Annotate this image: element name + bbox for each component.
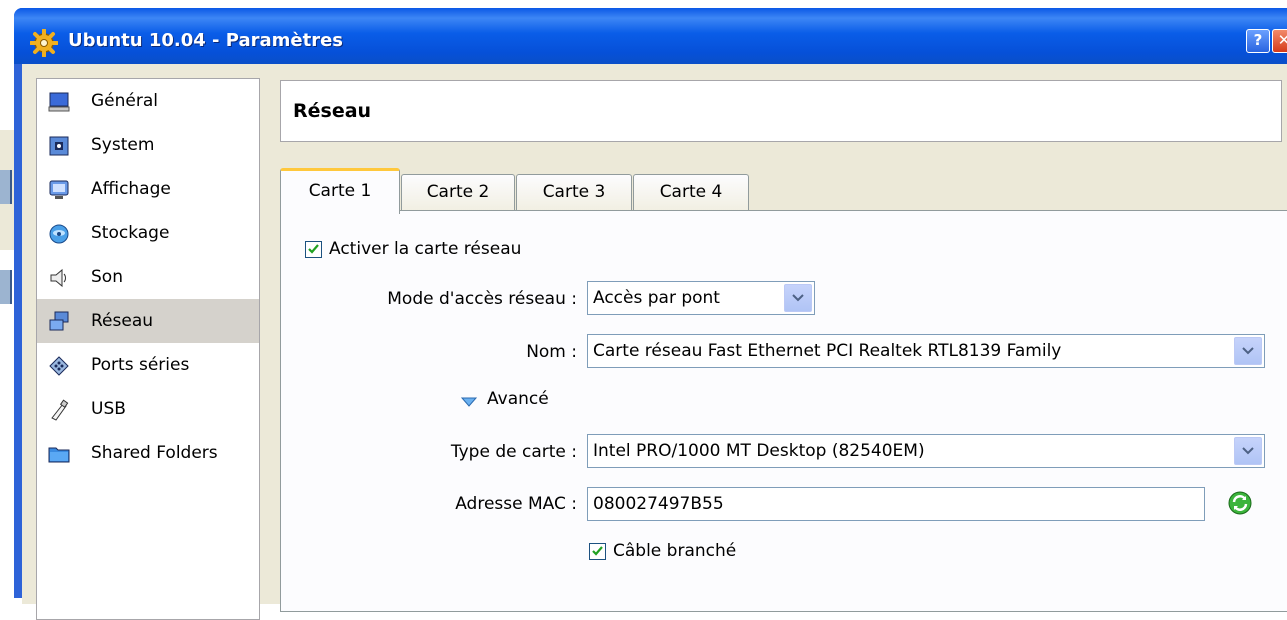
dialog-body: Général System Affichage Stockage Son Ré… <box>22 64 1287 620</box>
enable-adapter-label: Activer la carte réseau <box>329 239 522 259</box>
dropdown-arrow-icon[interactable] <box>784 284 812 312</box>
title-bar[interactable]: Ubuntu 10.04 - Paramètres ? ✕ <box>14 8 1287 64</box>
usb-icon <box>51 399 69 421</box>
nav-item-system[interactable]: System <box>37 123 259 167</box>
mac-address-value: 080027497B55 <box>593 494 724 514</box>
cable-connected-label: Câble branché <box>613 541 737 561</box>
nav-item-label: Shared Folders <box>91 443 218 463</box>
nav-item-general[interactable]: Général <box>37 79 259 123</box>
nav-item-label: Général <box>91 91 158 111</box>
nav-item-label: Ports séries <box>91 355 190 375</box>
access-mode-select[interactable]: Accès par pont <box>587 281 815 315</box>
advanced-toggle[interactable]: Avancé <box>487 389 549 409</box>
settings-nav: Général System Affichage Stockage Son Ré… <box>36 78 260 620</box>
tab-carte-2[interactable]: Carte 2 <box>401 174 515 211</box>
serial-port-icon <box>49 356 69 376</box>
adapter-name-value: Carte réseau Fast Ethernet PCI Realtek R… <box>593 341 1062 361</box>
mac-address-field[interactable]: 080027497B55 <box>587 487 1205 521</box>
speaker-icon <box>50 268 66 288</box>
nav-item-label: System <box>91 135 155 155</box>
nav-item-sound[interactable]: Son <box>37 255 259 299</box>
nav-item-label: Stockage <box>91 223 170 243</box>
tab-panel: Activer la carte réseau Mode d'accès rés… <box>280 210 1287 612</box>
enable-adapter-checkbox[interactable] <box>305 241 322 258</box>
access-mode-value: Accès par pont <box>593 288 720 308</box>
refresh-mac-icon[interactable] <box>1227 490 1253 516</box>
nav-item-label: Affichage <box>91 179 171 199</box>
adapter-type-value: Intel PRO/1000 MT Desktop (82540EM) <box>593 441 925 461</box>
adapter-type-label: Type de carte : <box>450 442 577 462</box>
network-icon <box>49 311 69 331</box>
window-title: Ubuntu 10.04 - Paramètres <box>68 30 344 51</box>
nav-item-label: Réseau <box>91 311 154 331</box>
cable-connected-checkbox[interactable] <box>589 543 606 560</box>
close-button[interactable]: ✕ <box>1272 29 1287 53</box>
mode-label: Mode d'accès réseau : <box>387 289 577 309</box>
tab-carte-3[interactable]: Carte 3 <box>516 174 632 211</box>
help-button[interactable]: ? <box>1246 29 1270 53</box>
tab-carte-4[interactable]: Carte 4 <box>633 174 749 211</box>
desktop-background <box>0 0 14 584</box>
nav-item-label: Son <box>91 267 123 287</box>
nav-item-storage[interactable]: Stockage <box>37 211 259 255</box>
folder-icon <box>48 447 70 463</box>
nav-item-usb[interactable]: USB <box>37 387 259 431</box>
tab-carte-1[interactable]: Carte 1 <box>280 168 400 214</box>
nav-item-network[interactable]: Réseau <box>37 299 259 343</box>
desktop-icon[interactable] <box>0 170 12 204</box>
nav-item-serial-ports[interactable]: Ports séries <box>37 343 259 387</box>
nav-item-display[interactable]: Affichage <box>37 167 259 211</box>
page-title: Réseau <box>293 100 372 122</box>
nav-item-shared-folders[interactable]: Shared Folders <box>37 431 259 475</box>
dropdown-arrow-icon[interactable] <box>1234 437 1262 465</box>
disk-icon <box>49 224 69 244</box>
name-label: Nom : <box>526 342 577 362</box>
display-icon <box>49 180 69 199</box>
nav-item-label: USB <box>91 399 126 419</box>
desktop-icon[interactable] <box>0 270 12 304</box>
adapter-type-select[interactable]: Intel PRO/1000 MT Desktop (82540EM) <box>587 434 1265 468</box>
settings-window: Ubuntu 10.04 - Paramètres ? ✕ Général Sy… <box>14 8 1287 620</box>
monitor-icon <box>48 92 70 112</box>
dropdown-arrow-icon[interactable] <box>1234 337 1262 365</box>
gear-icon <box>30 29 58 57</box>
mac-label: Adresse MAC : <box>455 494 577 514</box>
chip-icon <box>49 136 69 156</box>
page-header: Réseau <box>280 80 1282 142</box>
adapter-name-select[interactable]: Carte réseau Fast Ethernet PCI Realtek R… <box>587 334 1265 368</box>
expand-triangle-icon[interactable] <box>461 397 477 407</box>
